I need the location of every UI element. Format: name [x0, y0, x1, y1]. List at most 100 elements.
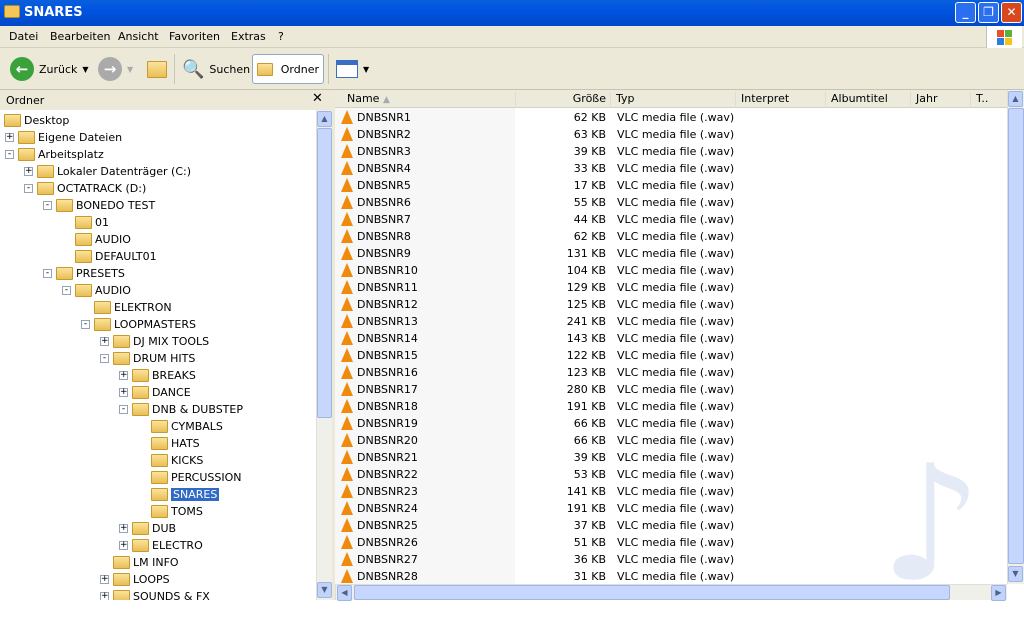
tree-item[interactable]: TOMS — [138, 503, 203, 520]
expand-icon[interactable]: + — [119, 371, 128, 380]
file-row[interactable]: DNBSNR12 125 KB VLC media file (.wav) — [335, 296, 1007, 313]
scroll-down-button[interactable]: ▼ — [1008, 566, 1023, 582]
list-hscrollbar[interactable]: ◀ ▶ — [335, 584, 1007, 601]
tree-item[interactable]: - BONEDO TEST — [43, 197, 155, 214]
expand-icon[interactable]: + — [119, 388, 128, 397]
views-button[interactable]: ▼ — [332, 54, 373, 84]
expand-icon[interactable]: + — [100, 575, 109, 584]
close-button[interactable]: ✕ — [1001, 2, 1022, 23]
file-row[interactable]: DNBSNR18 191 KB VLC media file (.wav) — [335, 398, 1007, 415]
file-row[interactable]: DNBSNR14 143 KB VLC media file (.wav) — [335, 330, 1007, 347]
tree-item[interactable]: LM INFO — [100, 554, 179, 571]
menu-bearbeiten[interactable]: Bearbeiten — [50, 30, 110, 43]
maximize-button[interactable]: ❐ — [978, 2, 999, 23]
file-row[interactable]: DNBSNR3 39 KB VLC media file (.wav) — [335, 143, 1007, 160]
column-size[interactable]: Größe — [515, 92, 610, 108]
column-album[interactable]: Albumtitel — [825, 92, 910, 108]
tree-item[interactable]: PERCUSSION — [138, 469, 242, 486]
tree-item[interactable]: DEFAULT01 — [62, 248, 157, 265]
tree-item[interactable]: + DJ MIX TOOLS — [100, 333, 209, 350]
tree-item[interactable]: - DNB & DUBSTEP — [119, 401, 243, 418]
tree-item[interactable]: - Arbeitsplatz — [5, 146, 104, 163]
back-button[interactable]: ← Zurück ▼ — [6, 54, 93, 84]
collapse-icon[interactable]: - — [100, 354, 109, 363]
tree-item[interactable]: - LOOPMASTERS — [81, 316, 196, 333]
collapse-icon[interactable]: - — [43, 269, 52, 278]
column-artist[interactable]: Interpret — [735, 92, 825, 108]
tree-item[interactable]: - DRUM HITS — [100, 350, 195, 367]
menu-datei[interactable]: Datei — [9, 30, 38, 43]
file-row[interactable]: DNBSNR10 104 KB VLC media file (.wav) — [335, 262, 1007, 279]
search-button[interactable]: 🔍 Suchen — [178, 54, 254, 84]
tree-item[interactable]: + DANCE — [119, 384, 191, 401]
file-row[interactable]: DNBSNR7 44 KB VLC media file (.wav) — [335, 211, 1007, 228]
scroll-thumb[interactable] — [1008, 108, 1024, 564]
file-row[interactable]: DNBSNR16 123 KB VLC media file (.wav) — [335, 364, 1007, 381]
tree-item[interactable]: 01 — [62, 214, 109, 231]
file-row[interactable]: DNBSNR17 280 KB VLC media file (.wav) — [335, 381, 1007, 398]
tree-item[interactable]: Desktop — [4, 112, 69, 129]
collapse-icon[interactable]: - — [62, 286, 71, 295]
tree-item[interactable]: + Lokaler Datenträger (C:) — [24, 163, 191, 180]
expand-icon[interactable]: + — [119, 524, 128, 533]
column-track[interactable]: T.. — [970, 92, 1007, 108]
expand-icon[interactable]: + — [119, 541, 128, 550]
tree-item[interactable]: + LOOPS — [100, 571, 170, 588]
expand-icon[interactable]: + — [100, 592, 109, 600]
file-row[interactable]: DNBSNR6 55 KB VLC media file (.wav) — [335, 194, 1007, 211]
expand-icon[interactable]: + — [100, 337, 109, 346]
menu-favoriten[interactable]: Favoriten — [169, 30, 220, 43]
collapse-icon[interactable]: - — [43, 201, 52, 210]
tree-item[interactable]: + SOUNDS & FX — [100, 588, 210, 600]
list-scrollbar[interactable]: ▲ ▼ — [1007, 90, 1024, 584]
expand-icon[interactable]: + — [5, 133, 14, 142]
file-row[interactable]: DNBSNR11 129 KB VLC media file (.wav) — [335, 279, 1007, 296]
hscroll-thumb[interactable] — [354, 585, 950, 600]
column-name[interactable]: Name ▲ — [335, 92, 515, 108]
collapse-icon[interactable]: - — [81, 320, 90, 329]
tree-item[interactable]: + ELECTRO — [119, 537, 203, 554]
tree-item[interactable]: + BREAKS — [119, 367, 196, 384]
file-row[interactable]: DNBSNR9 131 KB VLC media file (.wav) — [335, 245, 1007, 262]
file-row[interactable]: DNBSNR4 33 KB VLC media file (.wav) — [335, 160, 1007, 177]
close-folders-pane-button[interactable]: ✕ — [312, 91, 323, 106]
menu-extras[interactable]: Extras — [231, 30, 266, 43]
file-row[interactable]: DNBSNR15 122 KB VLC media file (.wav) — [335, 347, 1007, 364]
scroll-up-button[interactable]: ▲ — [1008, 91, 1023, 107]
tree-item[interactable]: + DUB — [119, 520, 176, 537]
file-row[interactable]: DNBSNR2 63 KB VLC media file (.wav) — [335, 126, 1007, 143]
chevron-down-icon[interactable]: ▼ — [82, 65, 88, 74]
up-folder-button[interactable] — [143, 54, 174, 84]
collapse-icon[interactable]: - — [24, 184, 33, 193]
file-row[interactable]: DNBSNR5 17 KB VLC media file (.wav) — [335, 177, 1007, 194]
tree-item[interactable]: SNARES — [138, 486, 220, 503]
minimize-button[interactable]: _ — [955, 2, 976, 23]
scroll-left-button[interactable]: ◀ — [337, 585, 352, 601]
collapse-icon[interactable]: - — [5, 150, 14, 159]
collapse-icon[interactable]: - — [119, 405, 128, 414]
tree-item[interactable]: - PRESETS — [43, 265, 125, 282]
menu-ansicht[interactable]: Ansicht — [118, 30, 159, 43]
tree-item[interactable]: CYMBALS — [138, 418, 223, 435]
chevron-down-icon[interactable]: ▼ — [363, 65, 369, 74]
tree-item[interactable]: - OCTATRACK (D:) — [24, 180, 146, 197]
chevron-down-icon[interactable]: ▼ — [127, 65, 133, 74]
tree-item[interactable]: + Eigene Dateien — [5, 129, 122, 146]
scroll-right-button[interactable]: ▶ — [991, 585, 1006, 601]
file-row[interactable]: DNBSNR8 62 KB VLC media file (.wav) — [335, 228, 1007, 245]
folders-button[interactable]: Ordner — [252, 54, 324, 84]
scroll-up-button[interactable]: ▲ — [317, 111, 332, 127]
file-row[interactable]: DNBSNR13 241 KB VLC media file (.wav) — [335, 313, 1007, 330]
scroll-down-button[interactable]: ▼ — [317, 582, 332, 598]
tree-item[interactable]: KICKS — [138, 452, 203, 469]
tree-item[interactable]: ELEKTRON — [81, 299, 172, 316]
column-type[interactable]: Typ — [610, 92, 730, 108]
tree-item[interactable]: HATS — [138, 435, 200, 452]
file-row[interactable]: DNBSNR1 62 KB VLC media file (.wav) — [335, 109, 1007, 126]
menu-help[interactable]: ? — [278, 30, 284, 43]
column-year[interactable]: Jahr — [910, 92, 970, 108]
tree-item[interactable]: AUDIO — [62, 231, 131, 248]
tree-scrollbar[interactable]: ▲ ▼ — [316, 110, 332, 600]
expand-icon[interactable]: + — [24, 167, 33, 176]
tree-item[interactable]: - AUDIO — [62, 282, 131, 299]
